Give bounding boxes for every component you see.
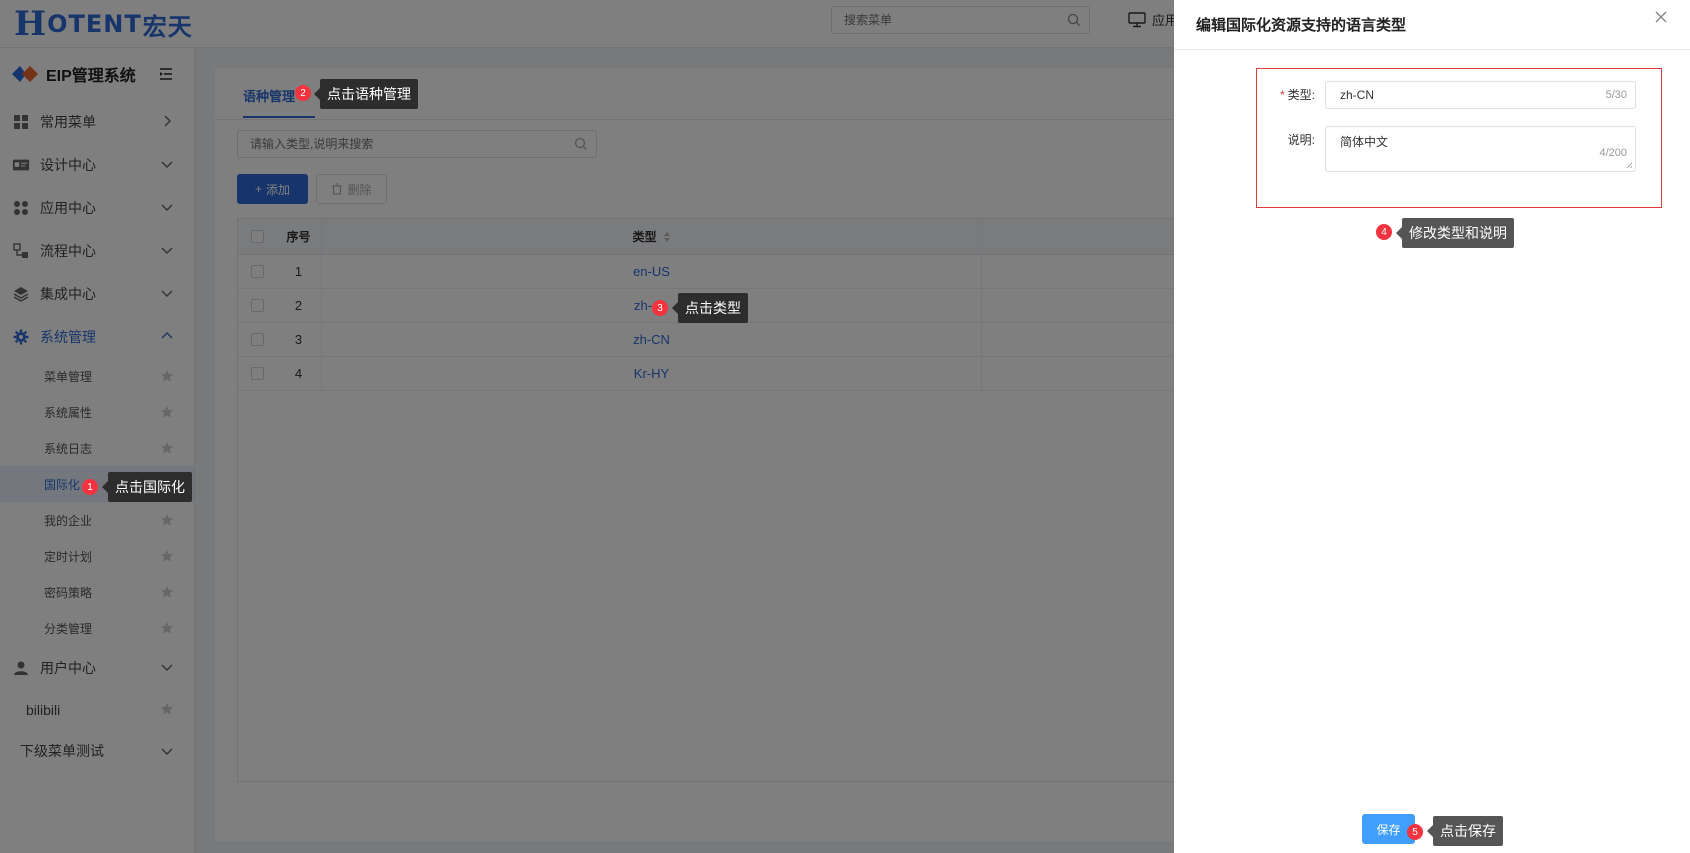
drawer-title: 编辑国际化资源支持的语言类型 xyxy=(1196,17,1407,34)
step-marker-5: 5 xyxy=(1407,824,1423,840)
required-mark: * xyxy=(1279,88,1285,102)
desc-textarea-value: 简体中文 xyxy=(1340,135,1389,149)
step-marker-2: 2 xyxy=(295,85,311,101)
step-tooltip-2: 点击语种管理 xyxy=(314,79,418,109)
desc-char-count: 4/200 xyxy=(1599,147,1627,159)
type-label: * 类型: xyxy=(1257,81,1325,109)
desc-form-row: 说明: 简体中文 4/200 xyxy=(1257,126,1636,172)
drawer-header: 编辑国际化资源支持的语言类型 xyxy=(1174,0,1690,50)
type-form-row: * 类型: zh-CN 5/30 xyxy=(1257,81,1636,109)
step-tooltip-1: 点击国际化 xyxy=(102,472,192,502)
desc-label: 说明: xyxy=(1287,133,1315,147)
type-char-count: 5/30 xyxy=(1605,89,1627,101)
edit-language-drawer: 编辑国际化资源支持的语言类型 * 类型: zh-CN 5/30 说明: 简体中文 … xyxy=(1174,0,1690,853)
type-input-value: zh-CN xyxy=(1340,88,1375,102)
step-tooltip-3: 点击类型 xyxy=(672,293,748,323)
type-label-text: 类型: xyxy=(1287,88,1315,102)
type-input[interactable]: zh-CN 5/30 xyxy=(1325,81,1636,109)
step-marker-1: 1 xyxy=(82,479,98,495)
edit-form-highlight: * 类型: zh-CN 5/30 说明: 简体中文 4/200 xyxy=(1256,68,1662,208)
close-icon[interactable] xyxy=(1654,10,1668,24)
step-marker-3: 3 xyxy=(652,300,668,316)
step-tooltip-4: 修改类型和说明 xyxy=(1396,218,1514,248)
resize-handle-icon[interactable] xyxy=(1626,162,1633,169)
step-tooltip-5: 点击保存 xyxy=(1427,816,1503,846)
step-marker-4: 4 xyxy=(1376,224,1392,240)
desc-textarea[interactable]: 简体中文 4/200 xyxy=(1325,126,1636,172)
